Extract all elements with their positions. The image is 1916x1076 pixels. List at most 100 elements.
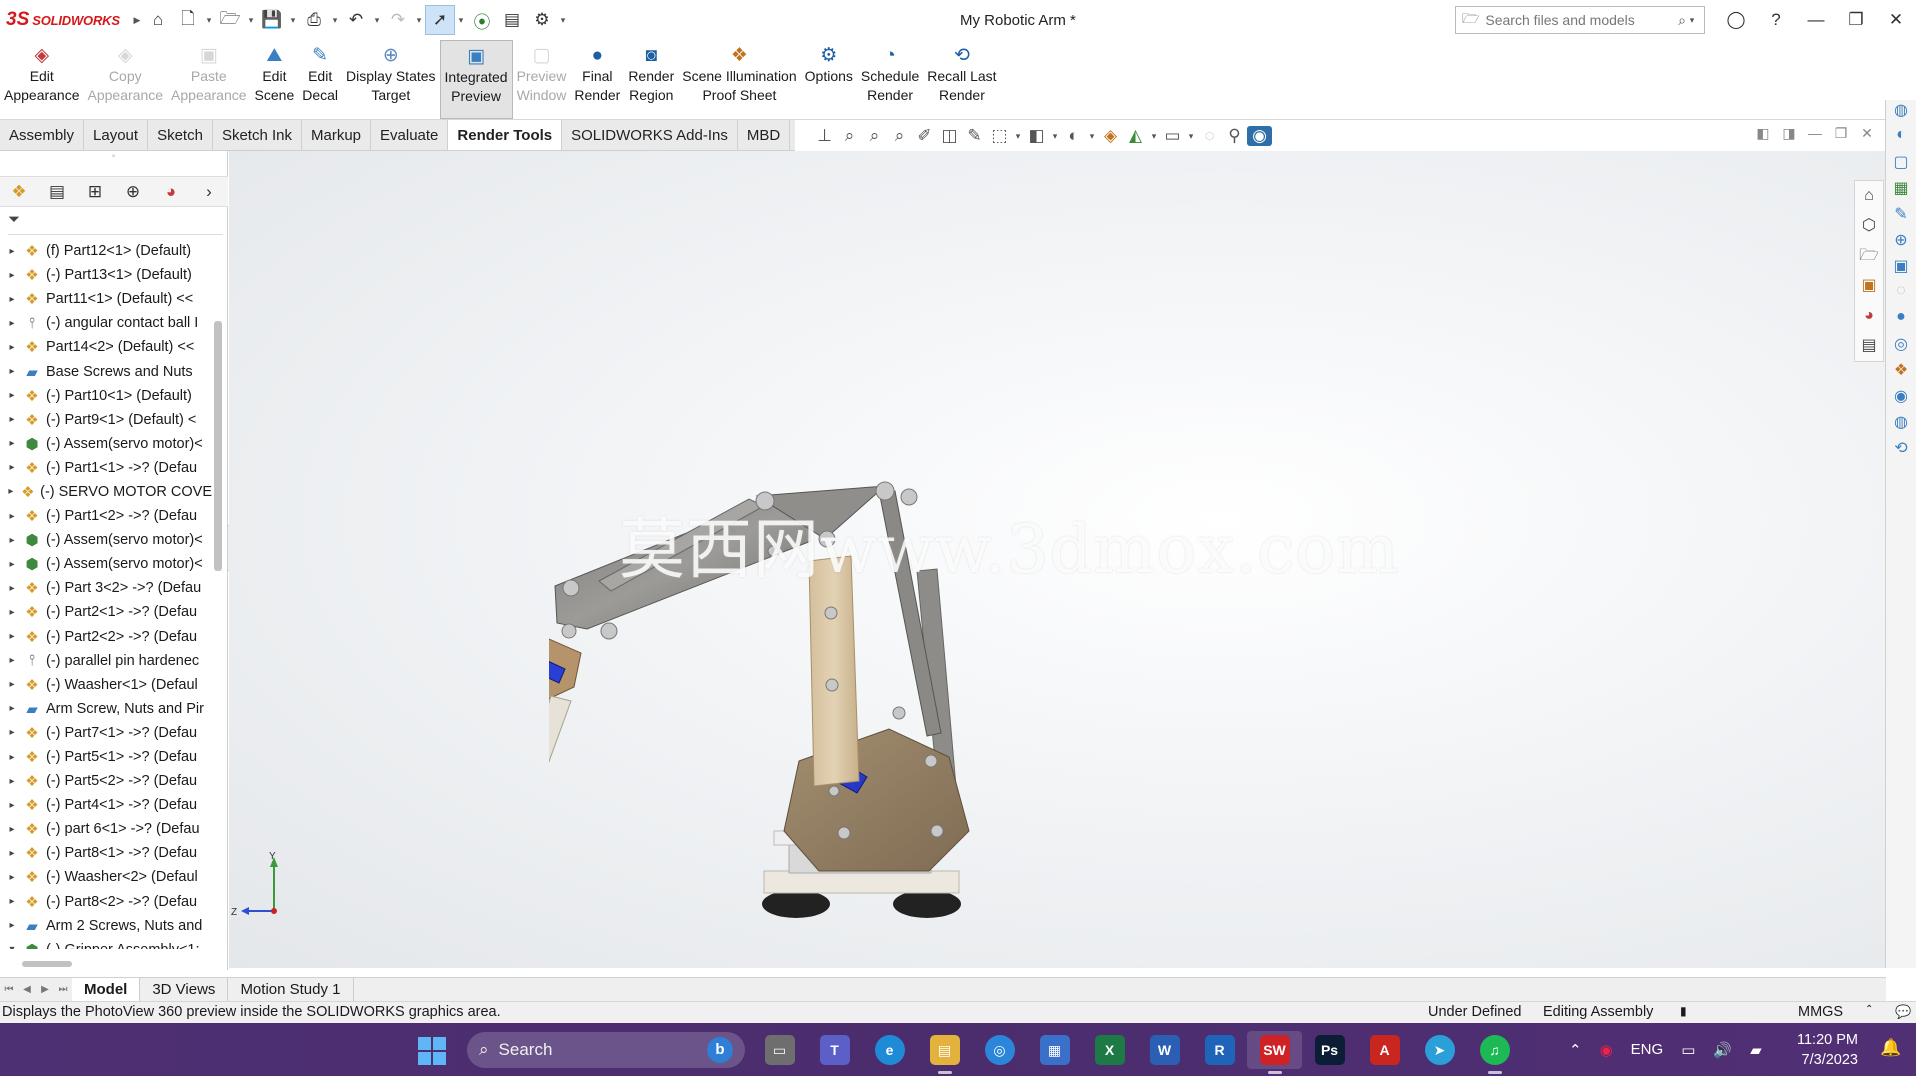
viewport-minimize-icon[interactable]: —: [1802, 125, 1828, 142]
save-dropdown-icon[interactable]: ▾: [287, 15, 299, 26]
tab-mbd[interactable]: MBD: [738, 120, 791, 150]
tab-layout[interactable]: Layout: [84, 120, 149, 150]
expand-closed-icon[interactable]: ▸: [4, 872, 20, 883]
first-tab-icon[interactable]: ⏮: [0, 984, 18, 995]
expand-closed-icon[interactable]: ▸: [4, 679, 20, 690]
solidworks-forum-icon[interactable]: ▣: [1886, 256, 1916, 282]
bing-icon[interactable]: b: [707, 1037, 733, 1063]
tree-item[interactable]: ▸ ❖ (-) Part4<1> ->? (Defau: [0, 793, 212, 817]
taskbar-app-task-view[interactable]: ▭: [752, 1031, 807, 1069]
tree-item[interactable]: ▸ ⬢ (-) Assem(servo motor)<: [0, 432, 212, 456]
open-folder-icon[interactable]: 🗁: [215, 5, 245, 35]
expand-closed-icon[interactable]: ▸: [4, 535, 20, 546]
tab-assembly[interactable]: Assembly: [0, 120, 85, 150]
solidworks-resources-icon[interactable]: ◍: [1886, 100, 1916, 126]
expand-closed-icon[interactable]: ▸: [4, 390, 20, 401]
tree-item[interactable]: ▸ ⫯ (-) parallel pin hardenec: [0, 649, 212, 673]
tree-item[interactable]: ▸ ❖ (f) Part12<1> (Default): [0, 239, 212, 263]
render-icon-4[interactable]: ◉: [1886, 386, 1916, 412]
view-settings-icon[interactable]: ▭: [1160, 126, 1185, 146]
tooltip-toggle-icon[interactable]: 💬: [1895, 1004, 1911, 1020]
expand-closed-icon[interactable]: ▸: [4, 559, 20, 570]
appearances-scenes-decals-icon[interactable]: ✎: [1886, 204, 1916, 230]
units-chevron-icon[interactable]: ⌃: [1865, 1004, 1873, 1015]
expand-closed-icon[interactable]: ▸: [4, 294, 20, 305]
display-manager-tab-icon[interactable]: ◕: [152, 182, 190, 202]
feature-tree-tab-icon[interactable]: ❖: [0, 182, 38, 202]
next-tab-icon[interactable]: ▶: [36, 984, 54, 995]
rebuild-traffic-light-icon[interactable]: ⦿: [467, 5, 497, 35]
language-indicator[interactable]: ENG: [1631, 1041, 1664, 1058]
previous-view-icon[interactable]: ⌕: [887, 126, 912, 146]
render-icon-6[interactable]: ⟲: [1886, 438, 1916, 464]
expand-closed-icon[interactable]: ▸: [4, 366, 20, 377]
redo-icon[interactable]: ↷: [383, 5, 413, 35]
search-dropdown-icon[interactable]: ▾: [1686, 15, 1698, 26]
tab-solidworks-add-ins[interactable]: SOLIDWORKS Add-Ins: [562, 120, 738, 150]
dimxpert-tab-icon[interactable]: ⊕: [114, 182, 152, 202]
expand-closed-icon[interactable]: ▸: [4, 607, 20, 618]
tree-item[interactable]: ▸ ❖ (-) SERVO MOTOR COVE: [0, 480, 212, 504]
file-explorer-icon[interactable]: ▢: [1886, 152, 1916, 178]
tree-item[interactable]: ▾⬢(-) Gripper Assembly<1:: [0, 938, 212, 949]
paste-appearance-button[interactable]: ▣ Paste Appearance: [167, 40, 251, 119]
undo-icon[interactable]: ↶: [341, 5, 371, 35]
recall-last-render-button[interactable]: ⟲ Recall Last Render: [923, 40, 1000, 119]
open-dropdown-icon[interactable]: ▾: [245, 15, 257, 26]
tree-item[interactable]: ▸ ❖ (-) Part1<2> ->? (Defau: [0, 504, 212, 528]
expand-closed-icon[interactable]: ▸: [4, 511, 20, 522]
taskbar-app-teams[interactable]: T: [807, 1031, 862, 1069]
tab-sketch-ink[interactable]: Sketch Ink: [213, 120, 302, 150]
expand-closed-icon[interactable]: ▸: [4, 462, 20, 473]
expand-closed-icon[interactable]: ▸: [4, 342, 20, 353]
file-properties-icon[interactable]: ▤: [497, 5, 527, 35]
expand-open-icon[interactable]: ▾: [4, 944, 20, 949]
configuration-manager-tab-icon[interactable]: ⊞: [76, 182, 114, 202]
tree-item[interactable]: ▸ ❖ (-) Part9<1> (Default) <: [0, 408, 212, 432]
taskbar-app-excel[interactable]: X: [1082, 1031, 1137, 1069]
tree-item[interactable]: ▸ ⬢ (-) Assem(servo motor)<: [0, 552, 212, 576]
more-tabs-chevron-icon[interactable]: ›: [190, 182, 228, 202]
expand-closed-icon[interactable]: ▸: [4, 752, 20, 763]
edit-appearance-icon[interactable]: ◈: [1098, 126, 1123, 146]
tab-render-tools[interactable]: Render Tools: [448, 120, 563, 150]
edit-decal-button[interactable]: ✎ Edit Decal: [298, 40, 342, 119]
tab-model[interactable]: Model: [72, 977, 141, 1002]
expand-closed-icon[interactable]: ▸: [4, 270, 20, 281]
undo-dropdown-icon[interactable]: ▾: [371, 15, 383, 26]
help-icon[interactable]: ?: [1756, 10, 1796, 30]
design-library-icon[interactable]: ◐: [1886, 126, 1916, 152]
tab-evaluate[interactable]: Evaluate: [371, 120, 449, 150]
expand-closed-icon[interactable]: ▸: [4, 414, 20, 425]
tree-item[interactable]: ▸ ❖ (-) Part2<2> ->? (Defau: [0, 625, 212, 649]
expand-closed-icon[interactable]: ▸: [4, 318, 20, 329]
tab-markup[interactable]: Markup: [302, 120, 372, 150]
tab-sketch[interactable]: Sketch: [148, 120, 213, 150]
expand-closed-icon[interactable]: ▸: [4, 703, 20, 714]
tree-item[interactable]: ▸ ❖ (-) Part5<1> ->? (Defau: [0, 745, 212, 769]
3d-view-cube-icon[interactable]: ⬡: [1855, 211, 1883, 241]
apply-scene-dropdown-icon[interactable]: ▾: [1148, 131, 1160, 142]
save-icon[interactable]: 💾: [257, 5, 287, 35]
search-input[interactable]: 🗁 Search files and models ⌕ ▾: [1455, 6, 1705, 34]
expand-closed-icon[interactable]: ▸: [4, 438, 20, 449]
preview-window-button[interactable]: ▢ Preview Window: [513, 40, 571, 119]
solidworks-logo[interactable]: 3S SOLIDWORKS: [6, 9, 131, 31]
rebuild-indicator-icon[interactable]: ▮: [1680, 1004, 1687, 1018]
taskbar-app-word[interactable]: W: [1137, 1031, 1192, 1069]
tree-item[interactable]: ▸ ▰ Base Screws and Nuts: [0, 359, 212, 383]
view-settings-dropdown-icon[interactable]: ▾: [1185, 131, 1197, 142]
scene-illumination-proof-sheet-button[interactable]: ❖ Scene Illumination Proof Sheet: [678, 40, 800, 119]
print-icon[interactable]: ⎙: [299, 5, 329, 35]
robotic-arm-model[interactable]: [549, 391, 1249, 921]
network-icon[interactable]: ▭: [1681, 1041, 1695, 1059]
tree-item[interactable]: ▸ ❖ (-) Part5<2> ->? (Defau: [0, 769, 212, 793]
edit-scene-button[interactable]: ⛰ Edit Scene: [251, 40, 299, 119]
solidworks-tray-icon[interactable]: ◉: [1600, 1041, 1613, 1059]
expand-closed-icon[interactable]: ▸: [4, 583, 20, 594]
hide-show-dropdown-icon[interactable]: ▾: [1086, 131, 1098, 142]
new-document-icon[interactable]: 🗋: [173, 5, 203, 35]
view-triad-icon[interactable]: ⊥: [812, 126, 837, 146]
display-style-dropdown-icon[interactable]: ▾: [1049, 131, 1061, 142]
tree-horizontal-scrollbar[interactable]: [22, 961, 72, 967]
